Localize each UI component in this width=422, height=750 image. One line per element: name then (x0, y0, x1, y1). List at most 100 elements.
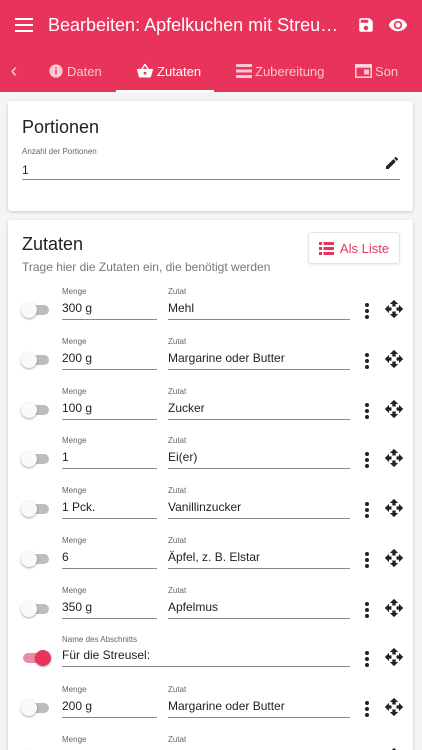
zutat-input[interactable]: Mehl (168, 301, 194, 315)
basket-icon (136, 63, 154, 79)
tab-zubereitung[interactable]: Zubereitung (236, 50, 324, 92)
zutat-label: Zutat (168, 386, 187, 396)
zutat-input[interactable]: Margarine oder Butter (168, 351, 285, 365)
zutat-input[interactable]: Vanillinzucker (168, 500, 241, 514)
zutat-input[interactable]: Äpfel, z. B. Elstar (168, 550, 260, 564)
menge-input[interactable]: 6 (62, 550, 69, 564)
menu-icon[interactable] (0, 0, 48, 50)
zutat-label: Zutat (168, 336, 187, 346)
tab-label: Son (375, 63, 399, 79)
menge-input[interactable]: 300 g (62, 301, 92, 315)
zutat-underline (168, 717, 350, 718)
portionen-underline (22, 179, 400, 180)
menge-label: Menge (62, 287, 87, 296)
card-icon (355, 64, 372, 78)
section-toggle[interactable] (21, 700, 51, 716)
menge-label: Menge (62, 336, 87, 346)
ingredient-row: Menge 200 g Zutat Margarine oder Butter (8, 337, 413, 387)
drag-handle-icon[interactable] (384, 548, 404, 568)
section-underline (62, 666, 350, 668)
zutat-label: Zutat (168, 535, 187, 545)
als-liste-label: Als Liste (339, 240, 390, 256)
menge-label: Menge (62, 585, 87, 595)
menge-underline (62, 468, 157, 470)
zutat-input[interactable]: Ei(er) (168, 450, 197, 464)
more-vert-icon[interactable] (360, 550, 374, 570)
drag-handle-icon[interactable] (384, 647, 404, 667)
list-icon (236, 64, 252, 78)
section-toggle[interactable] (21, 650, 51, 667)
zutat-label: Zutat (168, 685, 187, 694)
zutat-underline (168, 418, 350, 420)
tab-sonstiges[interactable]: Son (355, 50, 398, 92)
menge-input[interactable]: 1 (62, 450, 69, 464)
menge-input[interactable]: 100 g (62, 401, 92, 415)
zutat-underline (168, 368, 350, 370)
drag-handle-icon[interactable] (384, 448, 404, 468)
zutat-label: Zutat (168, 436, 187, 446)
chevron-left-icon[interactable]: ‹ (0, 50, 28, 92)
zutat-underline (168, 319, 350, 320)
drag-handle-icon[interactable] (384, 498, 404, 518)
zutat-label: Zutat (168, 287, 187, 296)
section-toggle[interactable] (21, 451, 51, 468)
ingredient-row: Menge Zutat (8, 735, 413, 750)
ingredient-row: Menge 1 Pck. Zutat Vanillinzucker (8, 486, 413, 536)
zutat-input[interactable]: Zucker (168, 401, 205, 415)
ingredient-row: Menge 1 Zutat Ei(er) (8, 436, 413, 486)
menge-underline (62, 418, 157, 420)
app-bar: Bearbeiten: Apfelkuchen mit Streuseln ..… (0, 0, 422, 50)
zutat-input[interactable]: Margarine oder Butter (168, 699, 285, 713)
more-vert-icon[interactable] (360, 600, 374, 620)
more-vert-icon[interactable] (360, 699, 374, 719)
edit-icon[interactable] (384, 155, 400, 176)
zutat-label: Zutat (168, 734, 187, 744)
section-toggle[interactable] (21, 550, 51, 567)
drag-handle-icon[interactable] (384, 299, 404, 319)
section-toggle[interactable] (21, 600, 51, 617)
save-icon[interactable] (350, 0, 382, 50)
ingredient-row: Menge 200 g Zutat Margarine oder Butter (8, 685, 413, 735)
drag-handle-icon[interactable] (384, 697, 404, 717)
tab-zutaten[interactable]: Zutaten (136, 50, 201, 92)
list-icon (318, 241, 334, 255)
tab-daten[interactable]: Daten (48, 50, 102, 92)
section-toggle[interactable] (21, 401, 51, 418)
drag-handle-icon[interactable] (384, 349, 404, 369)
portionen-field-label: Anzahl der Portionen (22, 147, 97, 156)
section-toggle[interactable] (21, 302, 51, 318)
zutat-label: Zutat (168, 486, 187, 495)
menge-label: Menge (62, 535, 87, 545)
als-liste-button[interactable]: Als Liste (308, 232, 400, 264)
tab-label: Daten (67, 63, 102, 79)
menge-input[interactable]: 350 g (62, 600, 92, 614)
menge-input[interactable]: 200 g (62, 699, 92, 713)
portionen-input[interactable]: 1 (22, 163, 29, 177)
tab-label: Zutaten (157, 63, 202, 79)
menge-input[interactable]: 200 g (62, 351, 92, 365)
menge-underline (62, 518, 157, 519)
section-toggle[interactable] (21, 351, 51, 368)
menge-label: Menge (62, 486, 87, 495)
ingredient-row: Menge 6 Zutat Äpfel, z. B. Elstar (8, 536, 413, 586)
section-name-label: Name des Abschnitts (62, 635, 138, 645)
zutat-underline (168, 617, 350, 619)
drag-handle-icon[interactable] (384, 399, 404, 419)
menge-label: Menge (62, 734, 87, 744)
section-toggle[interactable] (21, 501, 51, 517)
more-vert-icon[interactable] (360, 301, 374, 321)
eye-icon[interactable] (382, 0, 414, 50)
section-name-input[interactable]: Für die Streusel: (62, 648, 150, 662)
menge-input[interactable]: 1 Pck. (62, 500, 95, 514)
zutat-underline (168, 518, 350, 519)
more-vert-icon[interactable] (360, 500, 374, 520)
zutat-input[interactable]: Apfelmus (168, 600, 218, 614)
more-vert-icon[interactable] (360, 351, 374, 371)
more-vert-icon[interactable] (360, 450, 374, 470)
more-vert-icon[interactable] (360, 401, 374, 421)
menge-underline (62, 567, 157, 569)
zutaten-subtitle: Trage hier die Zutaten ein, die benötigt… (22, 260, 271, 274)
zutat-underline (168, 468, 350, 470)
more-vert-icon[interactable] (360, 649, 374, 669)
drag-handle-icon[interactable] (384, 598, 404, 618)
